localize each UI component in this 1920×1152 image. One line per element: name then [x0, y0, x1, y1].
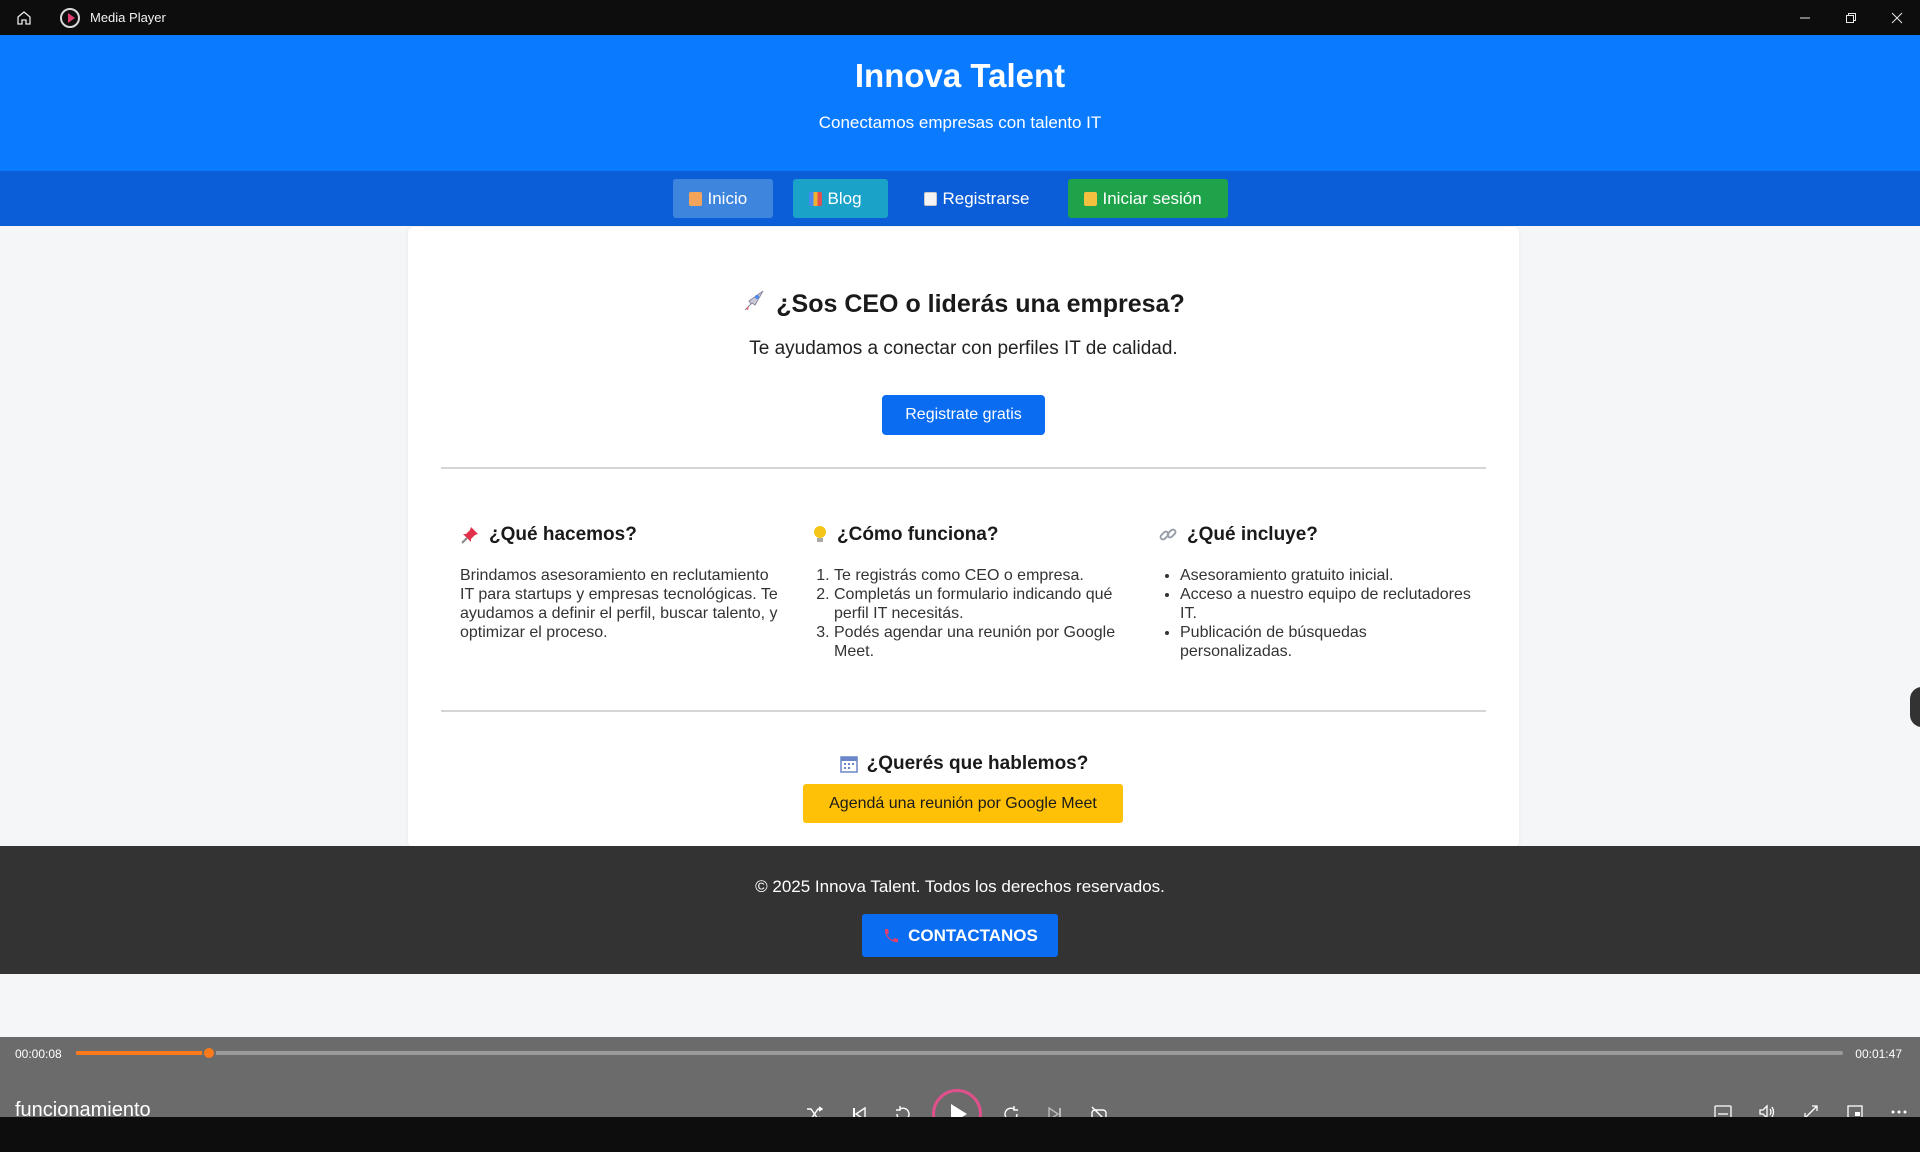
close-button[interactable]	[1874, 0, 1920, 35]
home-icon[interactable]	[13, 7, 35, 29]
section-what-title-text: ¿Qué hacemos?	[489, 524, 637, 545]
register-free-button[interactable]: Registrate gratis	[882, 395, 1045, 435]
seek-thumb[interactable]	[201, 1046, 216, 1060]
section-includes-title: ¿Qué incluye?	[1158, 524, 1478, 546]
list-item: Podés agendar una reunión por Google Mee…	[834, 623, 1132, 661]
section-how-title: ¿Cómo funciona?	[812, 524, 1132, 546]
nav-login-button[interactable]: Iniciar sesión	[1067, 179, 1228, 218]
nav-inicio-label: Inicio	[707, 188, 748, 208]
contact-button[interactable]: CONTACTANOS	[862, 914, 1058, 957]
schedule-meet-button[interactable]: Agendá una reunión por Google Meet	[803, 784, 1123, 823]
lightbulb-icon	[814, 526, 826, 542]
nav-registrarse-button[interactable]: Registrarse	[908, 179, 1048, 218]
site-tagline: Conectamos empresas con talento IT	[818, 113, 1102, 132]
pushpin-icon	[461, 527, 478, 544]
bottom-strip	[0, 1117, 1920, 1152]
side-panel-handle[interactable]	[1910, 687, 1920, 727]
document-icon	[923, 191, 937, 206]
hero-title-text: ¿Sos CEO o liderás una empresa?	[776, 290, 1185, 318]
site-footer: © 2025 Innova Talent. Todos los derechos…	[0, 846, 1920, 974]
player-controls: 00:00:08 00:01:47 funcionamiento	[0, 1037, 1920, 1139]
list-item: Publicación de búsquedas personalizadas.	[1180, 623, 1478, 661]
nav-inicio-button[interactable]: Inicio	[672, 179, 773, 218]
books-icon	[808, 191, 822, 206]
talk-title: ¿Querés que hablemos?	[408, 753, 1519, 775]
nav-registrarse-label: Registrarse	[942, 188, 1030, 208]
contact-button-label: CONTACTANOS	[908, 925, 1038, 945]
media-player-app-icon	[60, 7, 80, 28]
section-includes: ¿Qué incluye? Asesoramiento gratuito ini…	[1158, 524, 1478, 661]
phone-icon	[885, 928, 899, 942]
rocket-icon	[742, 288, 768, 319]
talk-title-text: ¿Querés que hablemos?	[866, 753, 1089, 774]
list-item: Completás un formulario indicando qué pe…	[834, 585, 1132, 623]
duration: 00:01:47	[1855, 1047, 1902, 1061]
site-header: Innova Talent Conectamos empresas con ta…	[0, 35, 1920, 171]
section-how-title-text: ¿Cómo funciona?	[837, 524, 999, 545]
section-includes-list: Asesoramiento gratuito inicial. Acceso a…	[1158, 566, 1478, 661]
more-icon	[1891, 1110, 1907, 1114]
nav-login-label: Iniciar sesión	[1102, 188, 1202, 208]
site-title: Innova Talent	[854, 57, 1066, 94]
list-item: Asesoramiento gratuito inicial.	[1180, 566, 1478, 585]
video-frame[interactable]: Innova Talent Conectamos empresas con ta…	[0, 35, 1920, 1037]
section-how-steps: Te registrás como CEO o empresa. Complet…	[812, 566, 1132, 661]
section-includes-title-text: ¿Qué incluye?	[1187, 524, 1318, 545]
link-icon	[1159, 528, 1177, 541]
restore-button[interactable]	[1828, 0, 1874, 35]
hero-title: ¿Sos CEO o liderás una empresa?	[408, 288, 1519, 319]
house-icon	[688, 191, 702, 206]
nav-blog-label: Blog	[827, 188, 862, 208]
divider	[441, 710, 1486, 712]
list-item: Te registrás como CEO o empresa.	[834, 566, 1132, 585]
minimize-button[interactable]	[1782, 0, 1828, 35]
divider	[441, 467, 1486, 469]
list-item: Acceso a nuestro equipo de reclutadores …	[1180, 585, 1478, 623]
section-what-title: ¿Qué hacemos?	[460, 524, 780, 546]
nav-blog-button[interactable]: Blog	[792, 179, 888, 218]
footer-copyright: © 2025 Innova Talent. Todos los derechos…	[755, 877, 1165, 896]
calendar-icon	[839, 756, 858, 773]
window-titlebar: Media Player	[0, 0, 1920, 35]
content-card: ¿Sos CEO o liderás una empresa? Te ayuda…	[408, 227, 1519, 847]
seek-progress	[76, 1051, 209, 1055]
section-what-text: Brindamos asesoramiento en reclutamiento…	[460, 567, 778, 641]
window-title: Media Player	[90, 10, 166, 25]
section-what: ¿Qué hacemos? Brindamos asesoramiento en…	[460, 524, 780, 642]
current-time: 00:00:08	[15, 1047, 62, 1061]
section-how: ¿Cómo funciona? Te registrás como CEO o …	[812, 524, 1132, 661]
seek-bar[interactable]	[76, 1046, 1843, 1060]
hero-subtitle: Te ayudamos a conectar con perfiles IT d…	[749, 338, 1178, 359]
site-navbar: Inicio Blog Registrarse Iniciar sesión	[0, 171, 1920, 226]
lock-icon	[1083, 191, 1097, 206]
